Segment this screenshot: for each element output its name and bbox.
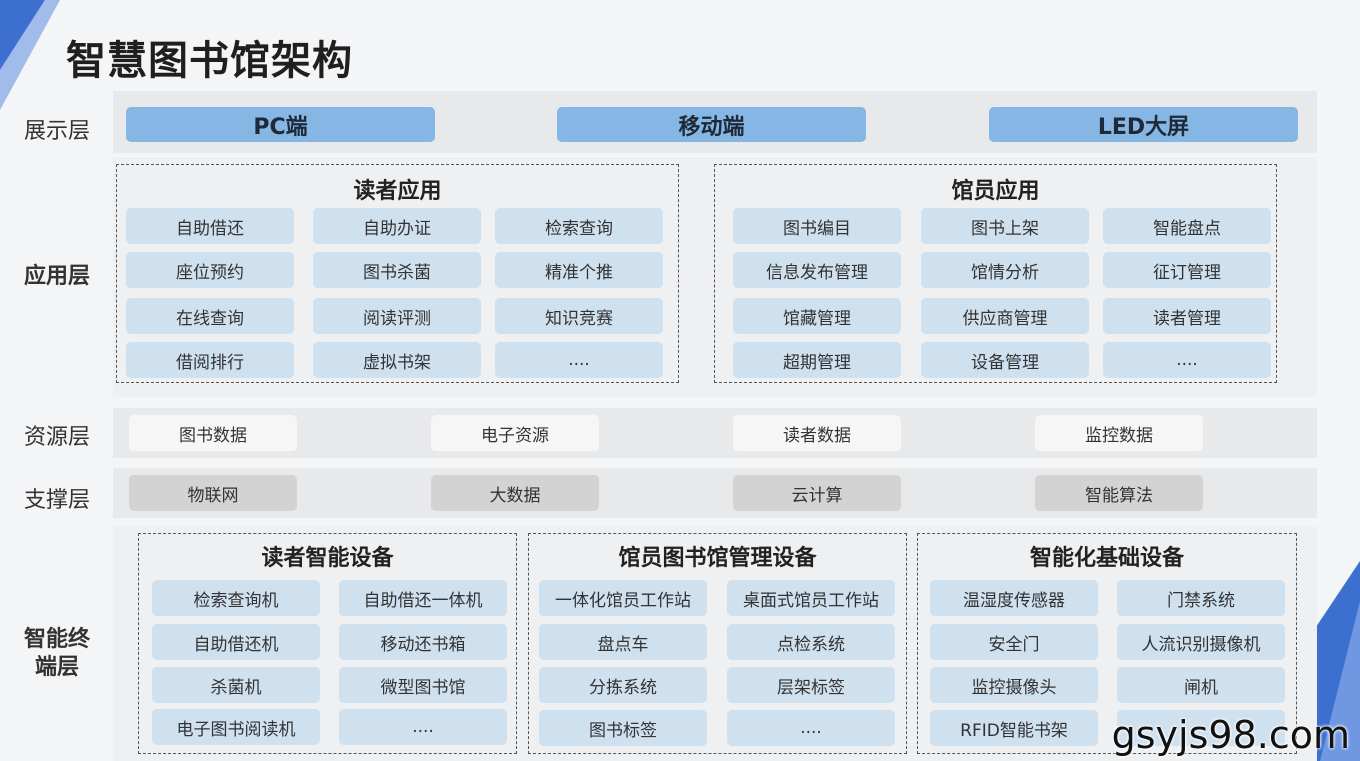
staff-app-item[interactable]: 图书编目 bbox=[733, 208, 901, 244]
reader-device-item[interactable]: 电子图书阅读机 bbox=[152, 709, 320, 745]
base-device-item[interactable]: 监控摄像头 bbox=[930, 667, 1098, 703]
staff-app-item[interactable]: 馆藏管理 bbox=[733, 298, 901, 334]
staff-app-item[interactable]: 图书上架 bbox=[921, 208, 1089, 244]
reader-device-item[interactable]: 自助借还机 bbox=[152, 624, 320, 660]
staff-app-item[interactable]: 馆情分析 bbox=[921, 252, 1089, 288]
staff-device-item[interactable]: 桌面式馆员工作站 bbox=[727, 580, 895, 616]
display-mobile[interactable]: 移动端 bbox=[557, 107, 866, 142]
staff-app-item[interactable]: 供应商管理 bbox=[921, 298, 1089, 334]
layer-label-terminal: 智能终 端层 bbox=[18, 626, 96, 682]
reader-device-item[interactable]: 检索查询机 bbox=[152, 580, 320, 616]
base-device-item[interactable]: 安全门 bbox=[930, 624, 1098, 660]
support-item[interactable]: 智能算法 bbox=[1035, 475, 1203, 511]
support-item[interactable]: 物联网 bbox=[129, 475, 297, 511]
reader-device-item[interactable]: 微型图书馆 bbox=[339, 667, 507, 703]
reader-app-item[interactable]: 自助借还 bbox=[126, 208, 294, 244]
reader-devices-title: 读者智能设备 bbox=[261, 546, 394, 571]
reader-app-item[interactable]: .... bbox=[495, 342, 663, 378]
base-device-item[interactable]: 门禁系统 bbox=[1117, 580, 1285, 616]
staff-device-item[interactable]: 分拣系统 bbox=[539, 667, 707, 703]
layer-label-terminal-line1: 智能终 bbox=[23, 627, 90, 652]
base-device-item[interactable]: 温湿度传感器 bbox=[930, 580, 1098, 616]
base-device-item[interactable]: 闸机 bbox=[1117, 667, 1285, 703]
reader-app-item[interactable]: 精准个推 bbox=[495, 252, 663, 288]
reader-device-item[interactable]: .... bbox=[339, 709, 507, 745]
staff-app-item[interactable]: 读者管理 bbox=[1103, 298, 1271, 334]
staff-app-item[interactable]: 超期管理 bbox=[733, 342, 901, 378]
support-item[interactable]: 云计算 bbox=[733, 475, 901, 511]
reader-app-item[interactable]: 知识竞赛 bbox=[495, 298, 663, 334]
reader-app-title: 读者应用 bbox=[353, 179, 442, 204]
reader-device-item[interactable]: 自助借还一体机 bbox=[339, 580, 507, 616]
staff-app-item[interactable]: 信息发布管理 bbox=[733, 252, 901, 288]
display-pc[interactable]: PC端 bbox=[126, 107, 435, 142]
staff-device-item[interactable]: 一体化馆员工作站 bbox=[539, 580, 707, 616]
staff-app-item[interactable]: 设备管理 bbox=[921, 342, 1089, 378]
staff-app-item[interactable]: 智能盘点 bbox=[1103, 208, 1271, 244]
reader-app-item[interactable]: 借阅排行 bbox=[126, 342, 294, 378]
support-item[interactable]: 大数据 bbox=[431, 475, 599, 511]
resource-item[interactable]: 电子资源 bbox=[431, 415, 599, 451]
staff-app-item[interactable]: .... bbox=[1103, 342, 1271, 378]
reader-app-item[interactable]: 检索查询 bbox=[495, 208, 663, 244]
reader-app-item[interactable]: 虚拟书架 bbox=[313, 342, 481, 378]
base-devices-title: 智能化基础设备 bbox=[1029, 546, 1184, 571]
staff-device-item[interactable]: 图书标签 bbox=[539, 710, 707, 746]
reader-app-item[interactable]: 自助办证 bbox=[313, 208, 481, 244]
resource-item[interactable]: 监控数据 bbox=[1035, 415, 1203, 451]
staff-device-item[interactable]: 盘点车 bbox=[539, 624, 707, 660]
resource-item[interactable]: 图书数据 bbox=[129, 415, 297, 451]
display-led[interactable]: LED大屏 bbox=[989, 107, 1298, 142]
page-title: 智慧图书馆架构 bbox=[66, 38, 353, 84]
watermark-text: gsyjs98.com bbox=[1111, 713, 1350, 757]
staff-device-item[interactable]: 点检系统 bbox=[727, 624, 895, 660]
staff-device-item[interactable]: 层架标签 bbox=[727, 667, 895, 703]
staff-device-item[interactable]: .... bbox=[727, 710, 895, 746]
reader-device-item[interactable]: 杀菌机 bbox=[152, 667, 320, 703]
base-device-item[interactable]: RFID智能书架 bbox=[930, 710, 1098, 746]
reader-app-item[interactable]: 阅读评测 bbox=[313, 298, 481, 334]
staff-app-item[interactable]: 征订管理 bbox=[1103, 252, 1271, 288]
layer-label-terminal-line2: 端层 bbox=[34, 655, 79, 680]
base-device-item[interactable]: 人流识别摄像机 bbox=[1117, 624, 1285, 660]
staff-app-title: 馆员应用 bbox=[951, 179, 1040, 204]
layer-label-display: 展示层 bbox=[23, 119, 90, 144]
layer-label-application: 应用层 bbox=[23, 264, 90, 289]
layer-label-resource: 资源层 bbox=[23, 425, 90, 450]
layer-label-support: 支撑层 bbox=[23, 488, 90, 513]
reader-app-item[interactable]: 图书杀菌 bbox=[313, 252, 481, 288]
reader-app-item[interactable]: 在线查询 bbox=[126, 298, 294, 334]
staff-devices-title: 馆员图书馆管理设备 bbox=[618, 546, 817, 571]
reader-device-item[interactable]: 移动还书箱 bbox=[339, 624, 507, 660]
resource-item[interactable]: 读者数据 bbox=[733, 415, 901, 451]
reader-app-item[interactable]: 座位预约 bbox=[126, 252, 294, 288]
corner-decoration-top-left bbox=[0, 0, 60, 110]
